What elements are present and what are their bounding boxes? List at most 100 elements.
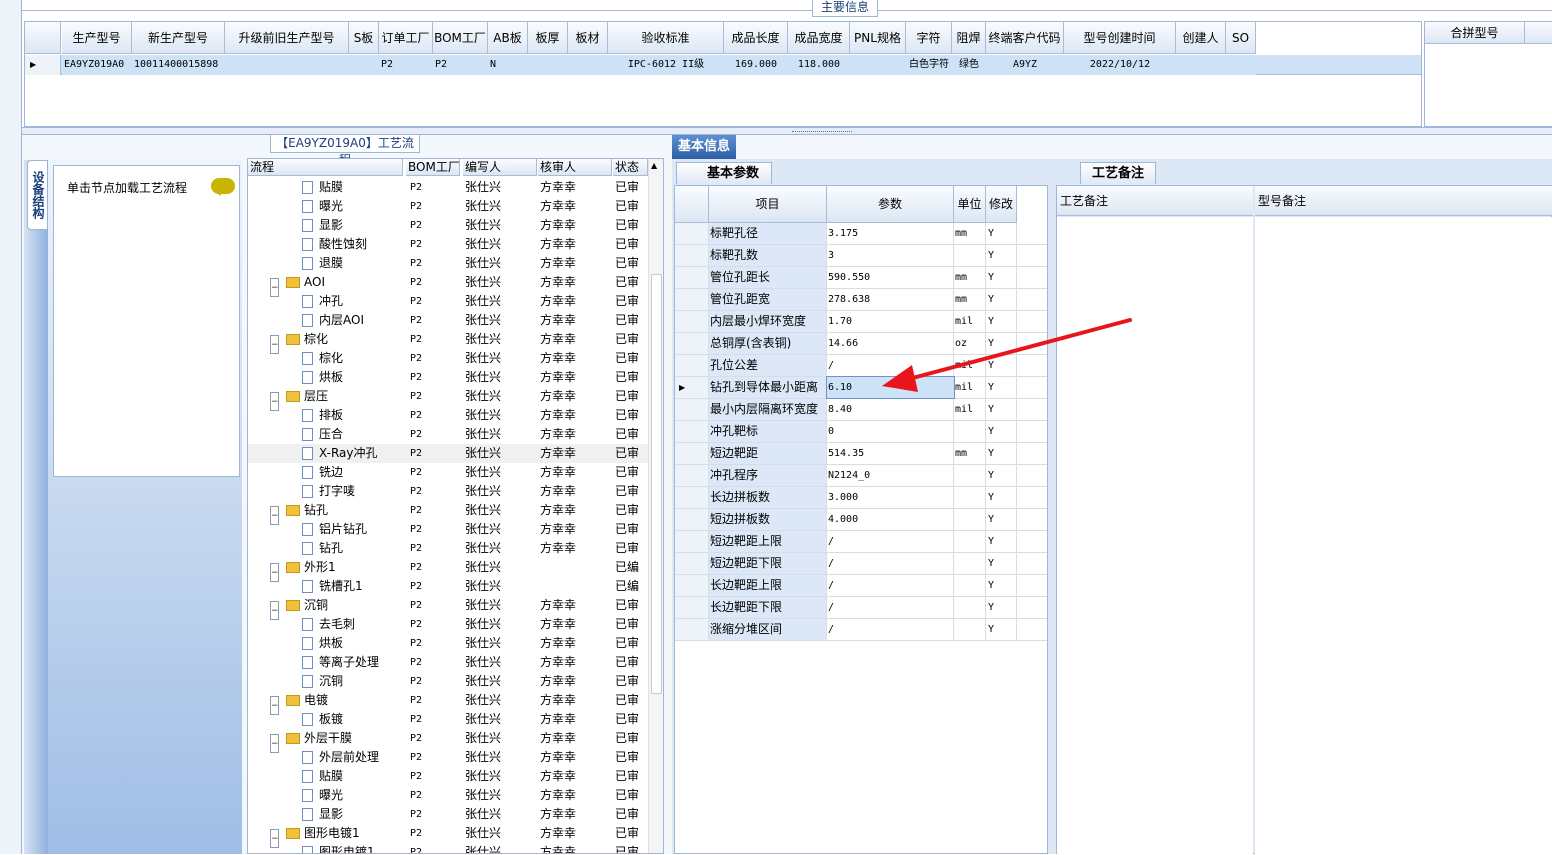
- column-header[interactable]: 修改: [986, 186, 1017, 223]
- tree-row[interactable]: 显影 P2 张仕兴 方幸幸 已审: [248, 805, 648, 824]
- tree-row[interactable]: 压合 P2 张仕兴 方幸幸 已审: [248, 425, 648, 444]
- tree-row[interactable]: 显影 P2 张仕兴 方幸幸 已审: [248, 216, 648, 235]
- row-selector[interactable]: [675, 575, 709, 596]
- tree-row[interactable]: − 外层干膜 P2 张仕兴 方幸幸 已审: [248, 729, 648, 753]
- table-cell[interactable]: [1226, 55, 1256, 75]
- row-selector[interactable]: [675, 311, 709, 332]
- row-selector[interactable]: [675, 443, 709, 464]
- column-header[interactable]: SO: [1226, 22, 1256, 54]
- column-header[interactable]: BOM工厂: [406, 159, 460, 176]
- row-selector[interactable]: [675, 619, 709, 640]
- param-row[interactable]: 孔位公差 / mil Y: [675, 355, 1047, 377]
- param-value-input[interactable]: /: [827, 597, 954, 618]
- column-header[interactable]: 成品长度: [724, 22, 788, 54]
- param-row[interactable]: 长边靶距下限 / Y: [675, 597, 1047, 619]
- column-header[interactable]: 验收标准: [608, 22, 724, 54]
- param-value-input[interactable]: 8.40: [827, 399, 954, 420]
- table-cell[interactable]: 118.000: [788, 55, 850, 75]
- table-cell[interactable]: EA9YZ019A0: [62, 55, 132, 75]
- column-header[interactable]: 创建人: [1176, 22, 1226, 54]
- row-selector[interactable]: ▶: [675, 377, 709, 398]
- tab-equipment-structure[interactable]: 设备结构: [27, 160, 47, 230]
- column-header[interactable]: 核审人: [538, 159, 612, 176]
- tree-row[interactable]: 烘板 P2 张仕兴 方幸幸 已审: [248, 634, 648, 653]
- column-header[interactable]: 项目: [709, 186, 827, 223]
- tree-row[interactable]: 铣槽孔1 P2 张仕兴 已编: [248, 577, 648, 596]
- tree-row[interactable]: 贴膜 P2 张仕兴 方幸幸 已审: [248, 767, 648, 786]
- row-selector[interactable]: ▶: [25, 55, 61, 75]
- param-value-input[interactable]: 14.66: [827, 333, 954, 354]
- tree-row[interactable]: 板镀 P2 张仕兴 方幸幸 已审: [248, 710, 648, 729]
- param-row[interactable]: 长边靶距上限 / Y: [675, 575, 1047, 597]
- equipment-tree[interactable]: 单击节点加载工艺流程: [53, 165, 240, 477]
- row-selector[interactable]: [675, 267, 709, 288]
- model-notes-field[interactable]: [1255, 217, 1552, 855]
- param-value-input[interactable]: 278.638: [827, 289, 954, 310]
- param-row[interactable]: 冲孔程序 N2124_0 Y: [675, 465, 1047, 487]
- tab-basic-info[interactable]: 基本信息: [672, 135, 736, 159]
- column-header[interactable]: 成品宽度: [788, 22, 850, 54]
- table-cell[interactable]: A9YZ: [986, 55, 1064, 75]
- horizontal-splitter[interactable]: [22, 127, 1552, 135]
- extra-column-header[interactable]: [1525, 22, 1552, 44]
- param-row[interactable]: 最小内层隔离环宽度 8.40 mil Y: [675, 399, 1047, 421]
- param-row[interactable]: 标靶孔数 3 Y: [675, 245, 1047, 267]
- table-cell[interactable]: IPC-6012 II级: [608, 55, 724, 75]
- tree-row[interactable]: − 沉铜 P2 张仕兴 方幸幸 已审: [248, 596, 648, 620]
- tree-row[interactable]: 去毛刺 P2 张仕兴 方幸幸 已审: [248, 615, 648, 634]
- row-selector[interactable]: [675, 289, 709, 310]
- tree-row[interactable]: 棕化 P2 张仕兴 方幸幸 已审: [248, 349, 648, 368]
- tree-row[interactable]: 外层前处理 P2 张仕兴 方幸幸 已审: [248, 748, 648, 767]
- tree-row[interactable]: 冲孔 P2 张仕兴 方幸幸 已审: [248, 292, 648, 311]
- merge-model-header[interactable]: 合拼型号: [1425, 22, 1525, 44]
- table-cell[interactable]: 169.000: [724, 55, 788, 75]
- row-selector[interactable]: [675, 355, 709, 376]
- row-selector[interactable]: [675, 531, 709, 552]
- tree-row[interactable]: − 层压 P2 张仕兴 方幸幸 已审: [248, 387, 648, 411]
- tree-row[interactable]: 打字唛 P2 张仕兴 方幸幸 已审: [248, 482, 648, 501]
- tree-row[interactable]: 曝光 P2 张仕兴 方幸幸 已审: [248, 786, 648, 805]
- tree-row[interactable]: − 电镀 P2 张仕兴 方幸幸 已审: [248, 691, 648, 715]
- param-row[interactable]: 短边拼板数 4.000 Y: [675, 509, 1047, 531]
- tree-row[interactable]: 退膜 P2 张仕兴 方幸幸 已审: [248, 254, 648, 273]
- row-selector[interactable]: [675, 245, 709, 266]
- row-selector[interactable]: [675, 399, 709, 420]
- param-value-input[interactable]: N2124_0: [827, 465, 954, 486]
- row-selector[interactable]: [675, 597, 709, 618]
- param-value-input[interactable]: 1.70: [827, 311, 954, 332]
- param-row[interactable]: 涨缩分堆区间 / Y: [675, 619, 1047, 641]
- table-cell[interactable]: [225, 55, 349, 75]
- grid-corner[interactable]: [675, 186, 709, 223]
- row-selector[interactable]: [675, 421, 709, 442]
- column-header[interactable]: BOM工厂: [433, 22, 488, 54]
- row-selector[interactable]: [675, 333, 709, 354]
- param-value-input[interactable]: /: [827, 575, 954, 596]
- table-cell[interactable]: [528, 55, 568, 75]
- column-header[interactable]: S板: [349, 22, 379, 54]
- column-header[interactable]: 参数: [827, 186, 954, 223]
- row-selector[interactable]: [675, 465, 709, 486]
- table-cell[interactable]: N: [488, 55, 528, 75]
- table-cell[interactable]: P2: [379, 55, 433, 75]
- tree-row[interactable]: 等离子处理 P2 张仕兴 方幸幸 已审: [248, 653, 648, 672]
- table-cell[interactable]: [349, 55, 379, 75]
- table-cell[interactable]: [568, 55, 608, 75]
- tree-row[interactable]: 沉铜 P2 张仕兴 方幸幸 已审: [248, 672, 648, 691]
- param-row[interactable]: 标靶孔径 3.175 mm Y: [675, 223, 1047, 245]
- process-notes-field[interactable]: [1057, 217, 1253, 855]
- tree-row[interactable]: 图形电镀1 P2 张仕兴 方幸幸 已审: [248, 843, 648, 853]
- param-value-input[interactable]: 0: [827, 421, 954, 442]
- param-row[interactable]: 短边靶距 514.35 mm Y: [675, 443, 1047, 465]
- param-row[interactable]: 冲孔靶标 0 Y: [675, 421, 1047, 443]
- column-header[interactable]: AB板: [488, 22, 528, 54]
- table-cell[interactable]: [850, 55, 906, 75]
- table-cell[interactable]: 10011400015898: [132, 55, 225, 75]
- tree-row[interactable]: − 外形1 P2 张仕兴 已编: [248, 558, 648, 582]
- process-scrollbar[interactable]: ▲: [648, 159, 663, 853]
- table-cell[interactable]: 2022/10/12: [1064, 55, 1176, 75]
- grid-corner[interactable]: [25, 22, 61, 54]
- param-row[interactable]: 长边拼板数 3.000 Y: [675, 487, 1047, 509]
- param-row[interactable]: ▶ 钻孔到导体最小距离 6.10 mil Y: [675, 376, 1047, 399]
- tree-row[interactable]: − AOI P2 张仕兴 方幸幸 已审: [248, 273, 648, 297]
- param-value-input[interactable]: 4.000: [827, 509, 954, 530]
